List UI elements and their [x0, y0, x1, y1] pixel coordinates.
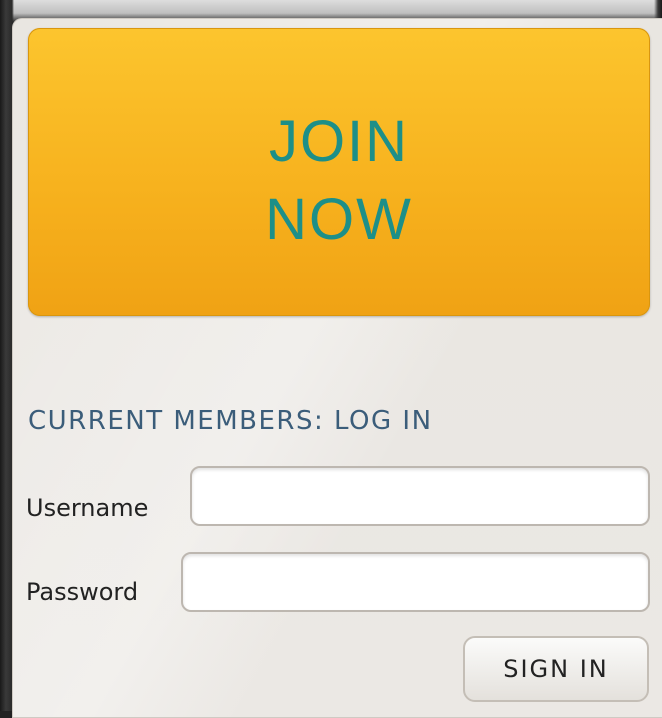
username-label: Username — [26, 494, 149, 522]
username-input[interactable] — [190, 466, 650, 526]
join-now-line1: JOIN — [268, 109, 410, 174]
join-now-button[interactable]: JOIN NOW — [28, 28, 650, 316]
join-now-line2: NOW — [265, 187, 413, 252]
password-input[interactable] — [181, 552, 650, 612]
sign-in-button[interactable]: SIGN IN — [463, 636, 649, 702]
join-now-label: JOIN NOW — [265, 103, 413, 259]
password-label: Password — [26, 578, 139, 606]
login-section-title: CURRENT MEMBERS: LOG IN — [28, 406, 433, 436]
